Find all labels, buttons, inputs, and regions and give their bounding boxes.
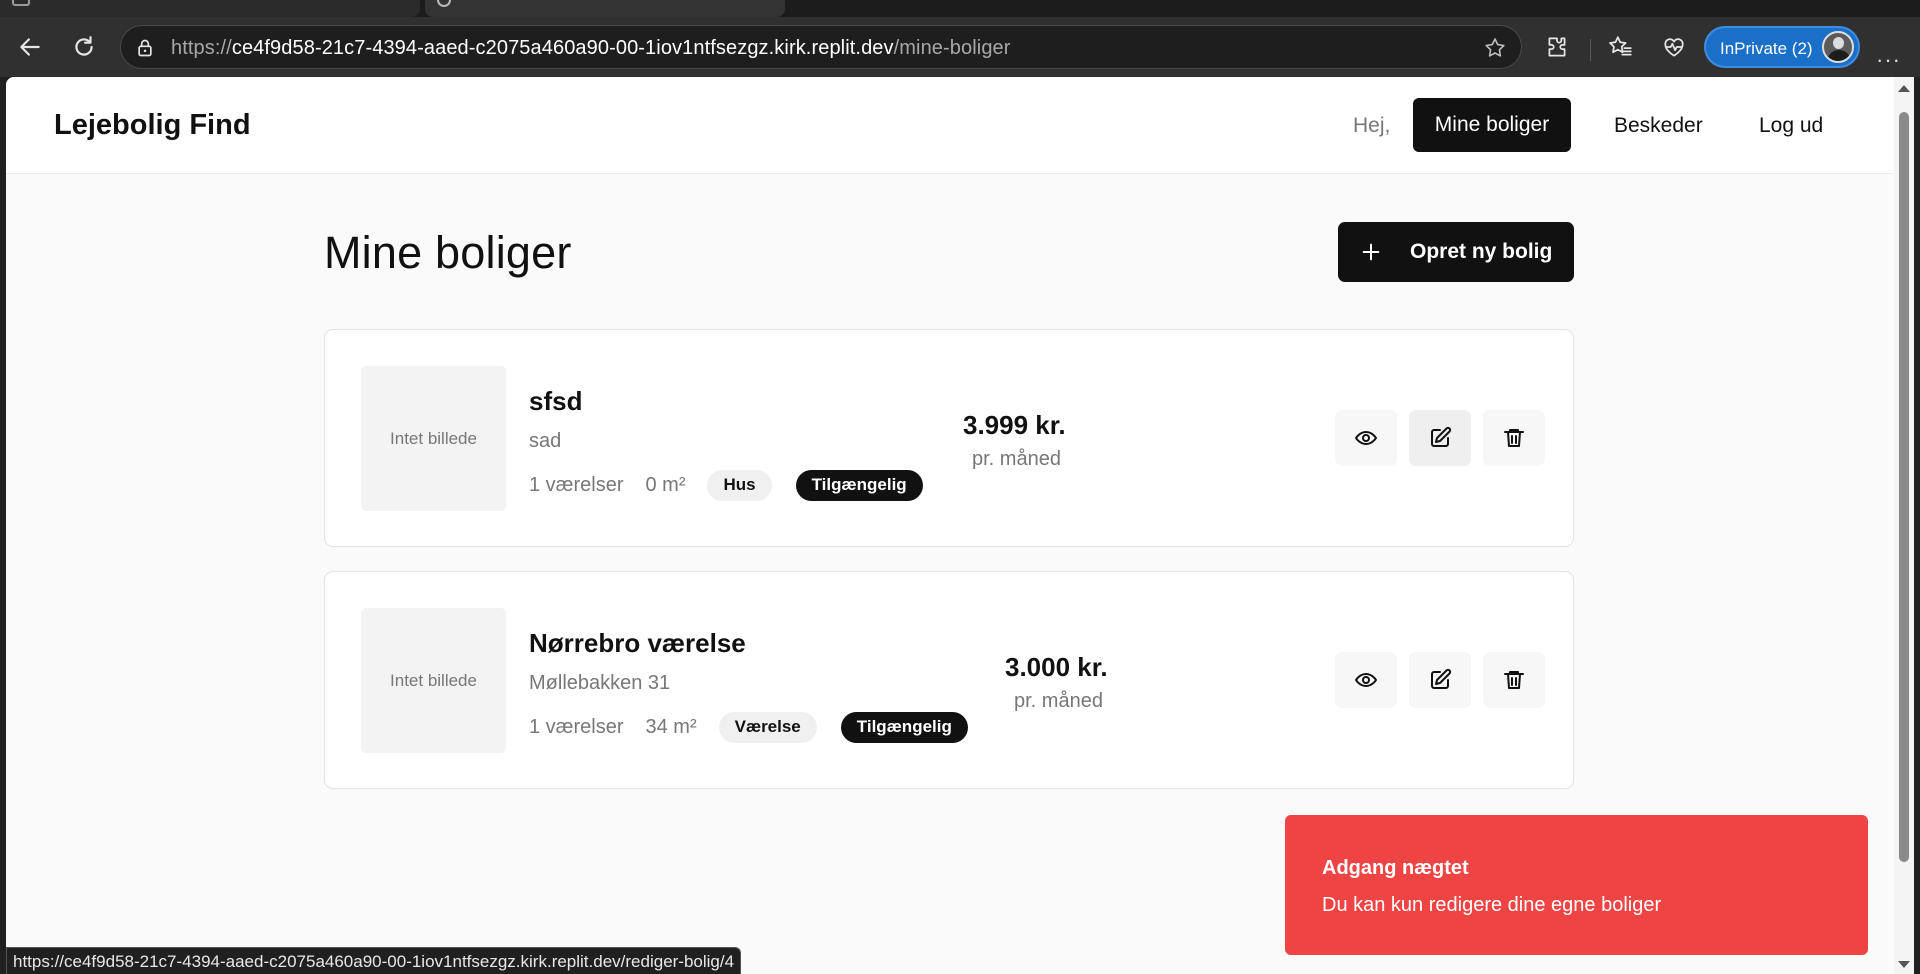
brand-logo[interactable]: Lejebolig Find [54, 109, 251, 142]
listing-type-badge: Værelse [718, 711, 817, 743]
listing-type-badge: Hus [707, 469, 772, 501]
listing-thumbnail-placeholder: Intet billede [361, 608, 506, 753]
address-bar[interactable]: https://ce4f9d58-21c7-4394-aaed-c2075a46… [120, 25, 1522, 69]
reload-button[interactable] [68, 31, 100, 63]
view-listing-button[interactable] [1335, 652, 1397, 708]
settings-menu-icon[interactable]: ··· [1876, 47, 1901, 73]
listing-meta: 1 værelser 0 m² Hus Tilgængelig [529, 468, 923, 502]
listing-title: sfsd [529, 386, 583, 416]
url-path: /mine-boliger [893, 37, 1011, 59]
listing-thumbnail-placeholder: Intet billede [361, 366, 506, 511]
url-prefix: https:// [171, 37, 232, 59]
listing-address: sad [529, 430, 562, 452]
tab-favicon-icon [12, 0, 30, 6]
page-viewport: Lejebolig Find Hej, Mine boliger Beskede… [6, 77, 1894, 974]
create-listing-label: Opret ny bolig [1410, 240, 1553, 263]
listing-title: Nørrebro værelse [529, 628, 746, 658]
site-header: Lejebolig Find Hej, Mine boliger Beskede… [6, 77, 1894, 174]
extensions-button[interactable] [1541, 31, 1573, 63]
listing-rooms: 1 værelser [529, 715, 624, 738]
toast-title: Adgang nægtet [1322, 857, 1469, 879]
inprivate-profile-button[interactable]: InPrivate (2) [1704, 26, 1860, 68]
nav-beskeder[interactable]: Beskeder [1614, 114, 1703, 138]
error-toast[interactable]: Adgang nægtet Du kan kun redigere dine e… [1285, 815, 1868, 955]
lock-icon[interactable] [135, 38, 155, 58]
listing-status-badge: Tilgængelig [840, 711, 968, 743]
delete-listing-button[interactable] [1483, 410, 1545, 466]
star-icon[interactable] [1483, 36, 1507, 60]
listing-rooms: 1 værelser [529, 473, 624, 496]
eye-icon [1355, 431, 1377, 445]
back-button[interactable] [14, 31, 46, 63]
browser-essentials-icon [1664, 38, 1684, 57]
view-listing-button[interactable] [1335, 410, 1397, 466]
create-listing-button[interactable]: Opret ny bolig [1338, 222, 1574, 282]
url-text[interactable]: https://ce4f9d58-21c7-4394-aaed-c2075a46… [171, 37, 1011, 60]
avatar [1822, 31, 1854, 63]
link-status-url: https://ce4f9d58-21c7-4394-aaed-c2075a46… [6, 947, 742, 974]
url-host: ce4f9d58-21c7-4394-aaed-c2075a460a90-00-… [231, 37, 894, 59]
browser-tab[interactable] [0, 0, 420, 17]
edit-listing-button[interactable] [1409, 410, 1471, 466]
listing-meta: 1 værelser 34 m² Værelse Tilgængelig [529, 710, 968, 744]
trash-icon [1504, 429, 1524, 447]
edit-icon [1431, 668, 1452, 689]
inprivate-label: InPrivate (2) [1720, 39, 1813, 58]
listing-price: 3.000 kr. [1005, 652, 1108, 682]
listing-address: Møllebakken 31 [529, 672, 671, 694]
window-edge [1914, 77, 1920, 974]
browser-toolbar: https://ce4f9d58-21c7-4394-aaed-c2075a46… [0, 17, 1920, 77]
listing-status-badge: Tilgængelig [795, 469, 923, 501]
listing-price-period: pr. måned [1014, 690, 1103, 712]
extensions-icon [1548, 37, 1566, 57]
back-arrow-icon [20, 38, 40, 56]
plus-icon [1362, 243, 1380, 261]
toast-message: Du kan kun redigere dine egne boliger [1322, 894, 1662, 916]
toolbar-divider [1590, 39, 1591, 61]
favorites-icon [1609, 36, 1632, 56]
page-scrollbar[interactable] [1894, 77, 1914, 974]
browser-essentials-button[interactable] [1658, 31, 1690, 63]
scrollbar-thumb[interactable] [1899, 112, 1909, 862]
delete-listing-button[interactable] [1483, 652, 1545, 708]
edit-listing-button[interactable] [1409, 652, 1471, 708]
nav-log-ud[interactable]: Log ud [1759, 114, 1823, 138]
browser-tabstrip [0, 0, 1920, 17]
scroll-up-arrow-icon[interactable] [1898, 85, 1910, 92]
listing-price: 3.999 kr. [963, 410, 1066, 440]
greeting-text: Hej, [1353, 114, 1391, 137]
favorites-button[interactable] [1604, 31, 1636, 63]
listing-area: 34 m² [645, 715, 697, 738]
nav-mine-boliger[interactable]: Mine boliger [1413, 98, 1571, 152]
trash-icon [1504, 671, 1524, 689]
reload-icon [75, 36, 93, 56]
listing-price-period: pr. måned [972, 448, 1061, 470]
listing-area: 0 m² [645, 473, 686, 496]
page-title: Mine boliger [324, 227, 572, 278]
eye-icon [1355, 673, 1377, 687]
edit-icon [1431, 426, 1452, 447]
listing-card: Intet billede sfsd sad 1 værelser 0 m² H… [324, 329, 1574, 547]
listing-card: Intet billede Nørrebro værelse Møllebakk… [324, 571, 1574, 789]
scroll-down-arrow-icon[interactable] [1898, 961, 1910, 968]
browser-tab-active[interactable] [425, 0, 785, 17]
